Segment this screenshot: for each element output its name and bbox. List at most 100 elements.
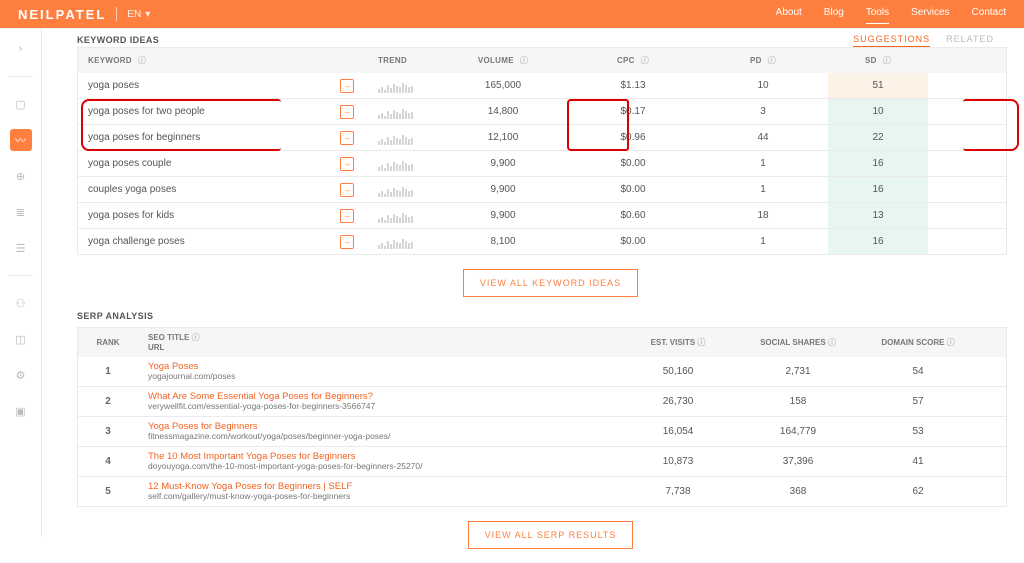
- col-pd[interactable]: PD ⓘ: [698, 55, 828, 66]
- info-icon[interactable]: ⓘ: [768, 55, 776, 66]
- social-shares-cell: 2,731: [738, 366, 858, 377]
- col-pd-label: PD: [750, 56, 762, 65]
- nav-about[interactable]: About: [776, 7, 802, 22]
- table-row: 3Yoga Poses for Beginnersfitnessmagazine…: [77, 417, 1007, 447]
- section-title-serp: SERP ANALYSIS: [77, 311, 1024, 321]
- volume-cell: 12,100: [438, 132, 568, 143]
- brand-logo[interactable]: NEILPATEL: [18, 7, 106, 22]
- view-all-keyword-ideas-button[interactable]: VIEW ALL KEYWORD IDEAS: [463, 269, 638, 297]
- trend-sparkline: [368, 79, 438, 93]
- title-url-cell[interactable]: 12 Must-Know Yoga Poses for Beginners | …: [138, 482, 618, 502]
- col-rank[interactable]: RANK: [78, 338, 138, 348]
- volume-cell: 165,000: [438, 80, 568, 91]
- social-shares-cell: 37,396: [738, 456, 858, 467]
- cpc-cell: $0.96: [568, 132, 698, 143]
- sidebar-globe-icon[interactable]: ⊕: [10, 165, 32, 187]
- tab-suggestions[interactable]: SUGGESTIONS: [853, 34, 930, 47]
- serp-url[interactable]: self.com/gallery/must-know-yoga-poses-fo…: [148, 492, 608, 501]
- title-url-cell[interactable]: Yoga Poses for Beginnersfitnessmagazine.…: [138, 422, 618, 442]
- serp-url[interactable]: yogajournal.com/poses: [148, 372, 608, 381]
- sidebar-users-icon[interactable]: ⚇: [10, 292, 32, 314]
- expand-row-icon[interactable]: →: [340, 209, 354, 223]
- col-trend[interactable]: TREND: [368, 56, 438, 65]
- language-selector[interactable]: EN ▾: [127, 9, 150, 20]
- col-est-visits[interactable]: EST. VISITS ⓘ: [618, 338, 738, 348]
- col-keyword[interactable]: KEYWORD ⓘ: [78, 55, 368, 66]
- sd-cell: 22: [828, 125, 928, 150]
- col-cpc[interactable]: CPC ⓘ: [568, 55, 698, 66]
- sidebar-separator: [9, 76, 33, 77]
- sidebar-gear-icon[interactable]: ⚙: [10, 364, 32, 386]
- nav-services[interactable]: Services: [911, 7, 949, 22]
- trend-sparkline: [368, 157, 438, 171]
- info-icon[interactable]: ⓘ: [192, 333, 200, 342]
- nav-contact[interactable]: Contact: [972, 7, 1006, 22]
- table-row: yoga poses for beginners→12,100$0.964422: [77, 125, 1007, 151]
- view-all-serp-results-button[interactable]: VIEW ALL SERP RESULTS: [468, 521, 634, 549]
- sidebar-box-icon[interactable]: ▣: [10, 400, 32, 422]
- est-visits-cell: 7,738: [618, 486, 738, 497]
- title-url-cell[interactable]: What Are Some Essential Yoga Poses for B…: [138, 392, 618, 412]
- info-icon[interactable]: ⓘ: [883, 55, 891, 66]
- keyword-text: yoga challenge poses: [88, 236, 185, 247]
- serp-url[interactable]: fitnessmagazine.com/workout/yoga/poses/b…: [148, 432, 608, 441]
- title-url-cell[interactable]: Yoga Posesyogajournal.com/poses: [138, 362, 618, 382]
- info-icon[interactable]: ⓘ: [828, 338, 836, 347]
- nav-blog[interactable]: Blog: [824, 7, 844, 22]
- sd-cell: 16: [828, 151, 928, 176]
- info-icon[interactable]: ⓘ: [138, 55, 146, 66]
- col-seo-title-label: SEO TITLE: [148, 333, 189, 342]
- domain-score-cell: 62: [858, 486, 978, 497]
- sidebar-analytics-icon[interactable]: 〰: [10, 129, 32, 151]
- keyword-ideas-table: KEYWORD ⓘ TREND VOLUME ⓘ CPC ⓘ PD ⓘ SD: [77, 47, 1007, 255]
- tab-related[interactable]: RELATED: [946, 34, 994, 47]
- col-title-url[interactable]: SEO TITLE ⓘ URL: [138, 333, 618, 352]
- sidebar-layers-icon[interactable]: ≣: [10, 201, 32, 223]
- sd-cell: 51: [828, 73, 928, 98]
- volume-cell: 9,900: [438, 210, 568, 221]
- language-label: EN: [127, 9, 141, 20]
- nav-tools[interactable]: Tools: [866, 7, 889, 22]
- keyword-idea-tabs: SUGGESTIONS RELATED: [853, 34, 994, 47]
- col-keyword-label: KEYWORD: [88, 56, 132, 65]
- est-visits-cell: 50,160: [618, 366, 738, 377]
- table-row: yoga poses→165,000$1.131051: [77, 73, 1007, 99]
- col-social-shares[interactable]: SOCIAL SHARES ⓘ: [738, 338, 858, 348]
- col-volume-label: VOLUME: [478, 56, 514, 65]
- sidebar-dashboard-icon[interactable]: ▢: [10, 93, 32, 115]
- sidebar-chart-icon[interactable]: ◫: [10, 328, 32, 350]
- col-est-visits-label: EST. VISITS: [651, 338, 695, 347]
- serp-url[interactable]: doyouyoga.com/the-10-most-important-yoga…: [148, 462, 608, 471]
- col-social-label: SOCIAL SHARES: [760, 338, 826, 347]
- domain-score-cell: 53: [858, 426, 978, 437]
- expand-row-icon[interactable]: →: [340, 105, 354, 119]
- info-icon[interactable]: ⓘ: [697, 338, 705, 347]
- sidebar-list-icon[interactable]: ☰: [10, 237, 32, 259]
- expand-row-icon[interactable]: →: [340, 79, 354, 93]
- keyword-cell: couples yoga poses→: [78, 183, 368, 197]
- col-sd-label: SD: [865, 56, 877, 65]
- table-row: 1Yoga Posesyogajournal.com/poses50,1602,…: [77, 357, 1007, 387]
- brand-divider: [116, 7, 117, 21]
- col-domain-score[interactable]: DOMAIN SCORE ⓘ: [858, 338, 978, 348]
- sd-cell: 13: [828, 203, 928, 228]
- keyword-cell: yoga poses couple→: [78, 157, 368, 171]
- expand-row-icon[interactable]: →: [340, 183, 354, 197]
- expand-row-icon[interactable]: →: [340, 157, 354, 171]
- keyword-text: yoga poses for beginners: [88, 132, 200, 143]
- info-icon[interactable]: ⓘ: [520, 55, 528, 66]
- sidebar-collapse-icon[interactable]: ›: [10, 38, 32, 60]
- pd-cell: 18: [698, 210, 828, 221]
- col-sd[interactable]: SD ⓘ: [828, 55, 928, 66]
- rank-cell: 3: [78, 426, 138, 437]
- info-icon[interactable]: ⓘ: [641, 55, 649, 66]
- title-url-cell[interactable]: The 10 Most Important Yoga Poses for Beg…: [138, 452, 618, 472]
- info-icon[interactable]: ⓘ: [947, 338, 955, 347]
- col-volume[interactable]: VOLUME ⓘ: [438, 55, 568, 66]
- pd-cell: 1: [698, 158, 828, 169]
- sd-cell: 16: [828, 229, 928, 254]
- expand-row-icon[interactable]: →: [340, 235, 354, 249]
- expand-row-icon[interactable]: →: [340, 131, 354, 145]
- serp-url[interactable]: verywellfit.com/essential-yoga-poses-for…: [148, 402, 608, 411]
- volume-cell: 9,900: [438, 158, 568, 169]
